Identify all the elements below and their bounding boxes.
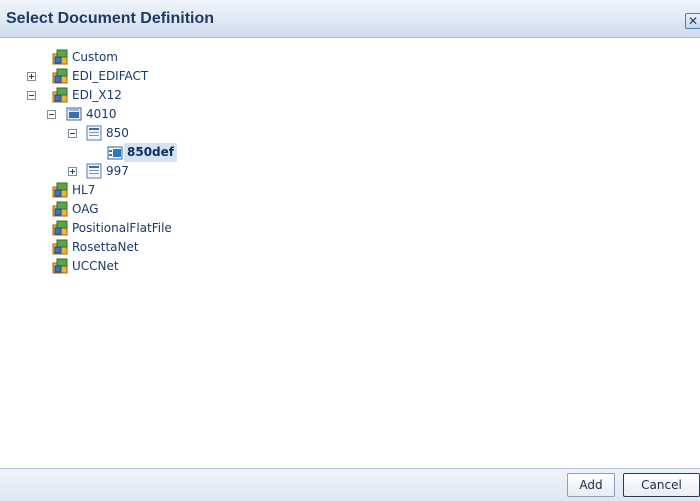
- tree-node-label: UCCNet: [72, 259, 119, 273]
- select-document-definition-dialog: Select Document Definition ✕ Custom EDI_…: [0, 0, 700, 501]
- dialog-footer: Add Cancel: [0, 468, 700, 501]
- tree-node-label-selected: 850def: [124, 143, 177, 162]
- package-icon: [52, 49, 68, 65]
- tree-node-edi-x12[interactable]: EDI_X12: [0, 86, 700, 105]
- tree-node-label: OAG: [72, 202, 99, 216]
- package-icon: [52, 68, 68, 84]
- tree-node-positional-flat-file[interactable]: PositionalFlatFile: [0, 219, 700, 238]
- package-icon: [52, 201, 68, 217]
- expand-toggle-icon[interactable]: [27, 72, 36, 81]
- collapse-toggle-icon[interactable]: [68, 129, 77, 138]
- dialog-titlebar: Select Document Definition ✕: [0, 0, 700, 38]
- package-icon: [52, 239, 68, 255]
- collapse-toggle-icon[interactable]: [47, 110, 56, 119]
- package-icon: [52, 258, 68, 274]
- tree-node-label: Custom: [72, 50, 118, 64]
- document-type-icon: [86, 125, 102, 141]
- package-icon: [52, 220, 68, 236]
- tree-node-850def[interactable]: 850def: [0, 143, 700, 162]
- tree-node-label: PositionalFlatFile: [72, 221, 172, 235]
- tree-node-label: EDI_EDIFACT: [72, 69, 149, 83]
- tree-node-label: HL7: [72, 183, 96, 197]
- tree-node-rosettanet[interactable]: RosettaNet: [0, 238, 700, 257]
- tree-node-custom[interactable]: Custom: [0, 48, 700, 67]
- tree-node-label: 850: [106, 126, 129, 140]
- tree-node-edi-edifact[interactable]: EDI_EDIFACT: [0, 67, 700, 86]
- expand-toggle-icon[interactable]: [68, 167, 77, 176]
- dialog-title: Select Document Definition: [6, 10, 215, 27]
- package-icon: [52, 182, 68, 198]
- add-button[interactable]: Add: [567, 473, 615, 497]
- package-icon: [52, 87, 68, 103]
- tree-node-850[interactable]: 850: [0, 124, 700, 143]
- tree-node-997[interactable]: 997: [0, 162, 700, 181]
- document-type-icon: [86, 163, 102, 179]
- tree-node-hl7[interactable]: HL7: [0, 181, 700, 200]
- version-icon: [66, 107, 82, 121]
- tree-node-label: EDI_X12: [72, 88, 122, 102]
- tree-node-4010[interactable]: 4010: [0, 105, 700, 124]
- definition-icon: [107, 146, 123, 160]
- tree-node-uccnet[interactable]: UCCNet: [0, 257, 700, 276]
- tree-node-label: 997: [106, 164, 129, 178]
- cancel-button[interactable]: Cancel: [623, 473, 700, 497]
- close-icon[interactable]: ✕: [685, 13, 700, 29]
- collapse-toggle-icon[interactable]: [27, 91, 36, 100]
- tree-node-oag[interactable]: OAG: [0, 200, 700, 219]
- tree-node-label: 4010: [86, 107, 117, 121]
- tree-node-label: RosettaNet: [72, 240, 139, 254]
